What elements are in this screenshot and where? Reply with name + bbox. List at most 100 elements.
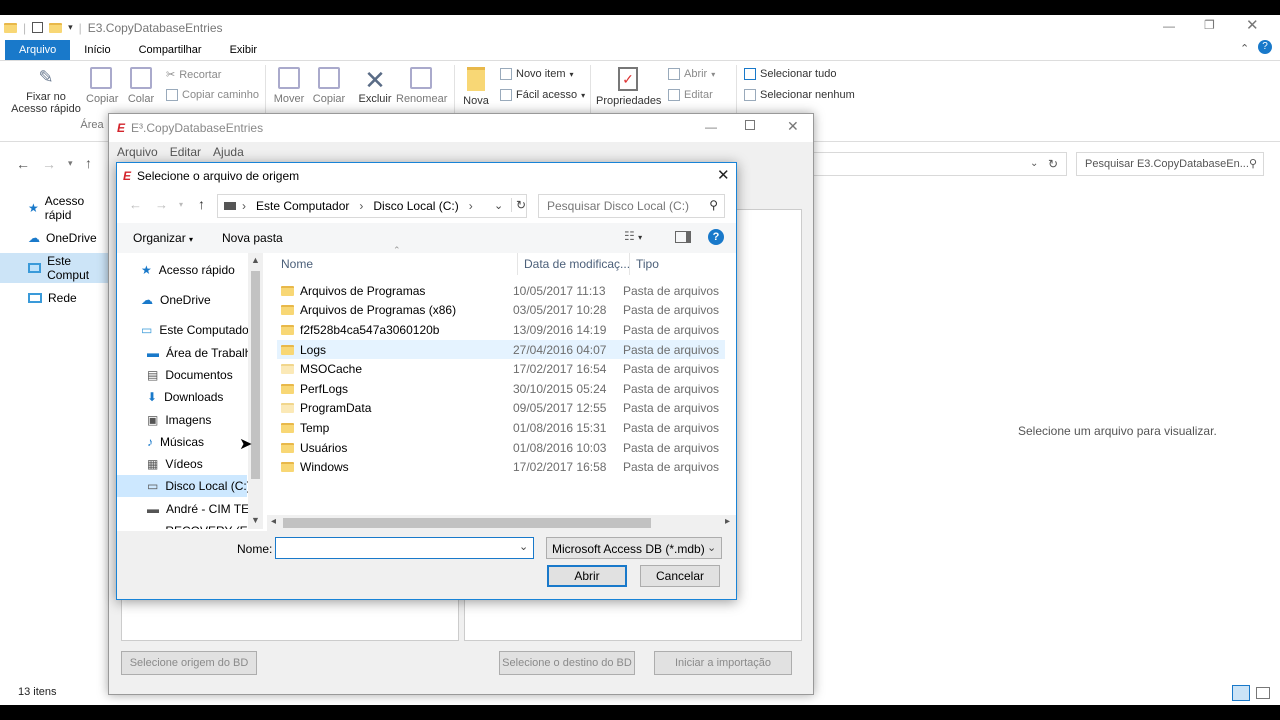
explorer-search-box[interactable]: Pesquisar E3.CopyDatabaseEn... ⚲ bbox=[1076, 152, 1264, 176]
quick-access-dropdown-icon[interactable]: ▾ bbox=[68, 22, 73, 33]
e3-close-button[interactable]: ✕ bbox=[787, 118, 799, 135]
dialog-search-box[interactable]: Pesquisar Disco Local (C:) ⚲ bbox=[538, 194, 725, 218]
select-all-button[interactable]: Selecionar tudo bbox=[744, 68, 836, 80]
recent-dropdown-icon[interactable]: ▾ bbox=[68, 158, 73, 169]
open-button[interactable]: Abrir ▾ bbox=[668, 68, 715, 80]
horizontal-scrollbar[interactable]: ◂ ▸ bbox=[267, 515, 736, 531]
filename-dropdown-icon[interactable]: ⌄ bbox=[519, 540, 528, 553]
dialog-address-bar[interactable]: › Este Computador › Disco Local (C:) › ⌄… bbox=[217, 194, 527, 218]
forward-arrow-icon[interactable]: → bbox=[42, 156, 56, 172]
easy-access-button[interactable]: Fácil acesso ▾ bbox=[500, 89, 585, 101]
help-icon[interactable]: ? bbox=[1258, 40, 1272, 54]
nav-item[interactable]: ▭ RECOVERY (E:) bbox=[117, 520, 255, 529]
delete-button[interactable]: ✕ Excluir bbox=[356, 67, 394, 105]
nav-item-network[interactable]: Rede bbox=[0, 283, 110, 313]
up-arrow-icon[interactable]: ↑ bbox=[85, 155, 92, 171]
pin-quick-access-button[interactable]: ✎ Fixar no Acesso rápido bbox=[10, 67, 82, 115]
nav-item-quick-access[interactable]: ★ Acesso rápid bbox=[0, 193, 110, 223]
nav-item[interactable]: ▬ André - CIM TEA bbox=[117, 498, 257, 520]
open-button[interactable]: Abrir bbox=[547, 565, 627, 587]
checkbox-icon[interactable] bbox=[32, 22, 44, 33]
maximize-button[interactable]: ❐ bbox=[1204, 18, 1215, 32]
filename-field[interactable]: ⌄ bbox=[275, 537, 534, 559]
select-destination-button[interactable]: Selecione o destino do BD bbox=[499, 651, 635, 675]
nav-scrollbar[interactable]: ▲ ▼ bbox=[248, 253, 263, 529]
e3-maximize-button[interactable] bbox=[745, 120, 755, 130]
menu-editar[interactable]: Editar bbox=[164, 145, 207, 159]
select-none-button[interactable]: Selecionar nenhum bbox=[744, 89, 855, 101]
move-button[interactable]: Mover bbox=[272, 67, 306, 105]
cancel-button[interactable]: Cancelar bbox=[640, 565, 720, 587]
refresh-icon[interactable]: ↻ bbox=[511, 198, 526, 212]
table-row[interactable]: PerfLogs 30/10/2015 05:24 Pasta de arquivo… bbox=[277, 379, 725, 399]
table-row[interactable]: MSOCache 17/02/2017 16:54 Pasta de arquivo… bbox=[277, 359, 725, 379]
nav-item[interactable]: ⬇ Downloads bbox=[117, 386, 223, 408]
copy-to-button[interactable]: Copiar bbox=[312, 67, 346, 105]
table-row[interactable]: Temp 01/08/2016 15:31 Pasta de arquivos bbox=[277, 418, 725, 438]
back-arrow-icon[interactable]: ← bbox=[129, 197, 142, 212]
nav-item-this-pc[interactable]: Este Comput bbox=[0, 253, 110, 283]
paste-button[interactable]: Colar bbox=[126, 67, 156, 105]
scroll-right-arrow-icon[interactable]: ▸ bbox=[725, 516, 730, 527]
new-folder-button[interactable]: Nova pasta bbox=[222, 231, 283, 245]
scroll-down-arrow-icon[interactable]: ▼ bbox=[251, 515, 260, 525]
edit-button[interactable]: Editar bbox=[668, 89, 713, 101]
tab-compartilhar[interactable]: Compartilhar bbox=[125, 40, 216, 60]
scroll-thumb[interactable] bbox=[283, 518, 651, 528]
recent-dropdown-icon[interactable]: ▾ bbox=[179, 200, 183, 209]
refresh-icon[interactable]: ↻ bbox=[1048, 157, 1058, 171]
nav-item-onedrive[interactable]: ☁ OneDrive bbox=[0, 223, 110, 253]
nav-item[interactable]: ☁ OneDrive bbox=[117, 289, 211, 311]
scroll-left-arrow-icon[interactable]: ◂ bbox=[271, 516, 276, 527]
folder-icon[interactable] bbox=[49, 22, 63, 33]
table-row[interactable]: Arquivos de Programas (x86) 03/05/2017 10… bbox=[277, 301, 725, 321]
scroll-up-arrow-icon[interactable]: ▲ bbox=[251, 255, 260, 265]
nav-item[interactable]: ▭ Disco Local (C:) bbox=[117, 475, 251, 497]
breadcrumb-local-disk[interactable]: Disco Local (C:) bbox=[373, 199, 458, 213]
table-row[interactable]: f2f528b4ca547a3060120b 13/09/2016 14:19 Pa… bbox=[277, 320, 725, 340]
cut-button[interactable]: ✂ Recortar bbox=[166, 68, 221, 82]
copy-path-button[interactable]: Copiar caminho bbox=[166, 89, 259, 101]
menu-arquivo[interactable]: Arquivo bbox=[111, 145, 164, 159]
rename-button[interactable]: Renomear bbox=[396, 67, 447, 105]
forward-arrow-icon[interactable]: → bbox=[155, 197, 168, 212]
details-view-icon[interactable] bbox=[1232, 685, 1250, 701]
close-button[interactable]: ✕ bbox=[1246, 16, 1259, 34]
minimize-button[interactable]: — bbox=[1163, 19, 1175, 33]
nav-item[interactable]: ▣ Imagens bbox=[117, 409, 211, 431]
tab-arquivo[interactable]: Arquivo bbox=[5, 40, 71, 60]
help-icon[interactable]: ? bbox=[708, 229, 724, 245]
nav-item[interactable]: ▦ Vídeos bbox=[117, 453, 203, 475]
table-row[interactable]: Usuários 01/08/2016 10:03 Pasta de arquivo… bbox=[277, 438, 725, 458]
breadcrumb-this-pc[interactable]: Este Computador bbox=[256, 199, 349, 213]
nav-item[interactable]: ★ Acesso rápido bbox=[117, 259, 235, 281]
new-folder-button[interactable]: Nova bbox=[460, 67, 492, 107]
view-options-icon[interactable]: ☷ ▾ bbox=[624, 229, 642, 243]
table-row[interactable]: Arquivos de Programas 10/05/2017 11:13 Pas… bbox=[277, 281, 725, 301]
back-arrow-icon[interactable]: ← bbox=[16, 156, 30, 172]
copy-button[interactable]: Copiar bbox=[86, 67, 118, 105]
nav-item[interactable]: ▭ Este Computador bbox=[117, 319, 253, 341]
address-dropdown-icon[interactable]: ⌄ bbox=[1030, 158, 1038, 169]
nav-item[interactable]: ♪ Músicas bbox=[117, 431, 204, 453]
nav-item[interactable]: ▬ Área de Trabalho bbox=[117, 342, 258, 364]
up-arrow-icon[interactable]: ↑ bbox=[198, 196, 205, 212]
column-header-name[interactable]: Nome bbox=[281, 253, 313, 275]
address-dropdown-icon[interactable]: ⌄ bbox=[494, 199, 503, 212]
column-header-date[interactable]: Data de modificaç... bbox=[517, 253, 630, 275]
start-import-button[interactable]: Iniciar a importação bbox=[654, 651, 792, 675]
address-field[interactable]: ⌄ ↻ bbox=[812, 152, 1067, 176]
column-header-type[interactable]: Tipo bbox=[629, 253, 659, 275]
table-row[interactable]: Logs 27/04/2016 04:07 Pasta de arquivos bbox=[277, 339, 725, 360]
new-item-button[interactable]: Novo item ▾ bbox=[500, 68, 574, 80]
menu-ajuda[interactable]: Ajuda bbox=[207, 145, 250, 159]
properties-button[interactable]: ✓ Propriedades bbox=[596, 67, 661, 107]
table-row[interactable]: ProgramData 09/05/2017 12:55 Pasta de arqu… bbox=[277, 399, 725, 419]
tab-exibir[interactable]: Exibir bbox=[216, 40, 272, 60]
file-type-filter[interactable]: Microsoft Access DB (*.mdb) ⌄ bbox=[546, 537, 722, 559]
e3-minimize-button[interactable]: — bbox=[705, 120, 717, 134]
organize-button[interactable]: Organizar ▾ bbox=[133, 231, 193, 245]
preview-pane-icon[interactable] bbox=[675, 231, 691, 243]
tab-inicio[interactable]: Início bbox=[70, 40, 124, 60]
select-origin-button[interactable]: Selecione origem do BD bbox=[121, 651, 257, 675]
